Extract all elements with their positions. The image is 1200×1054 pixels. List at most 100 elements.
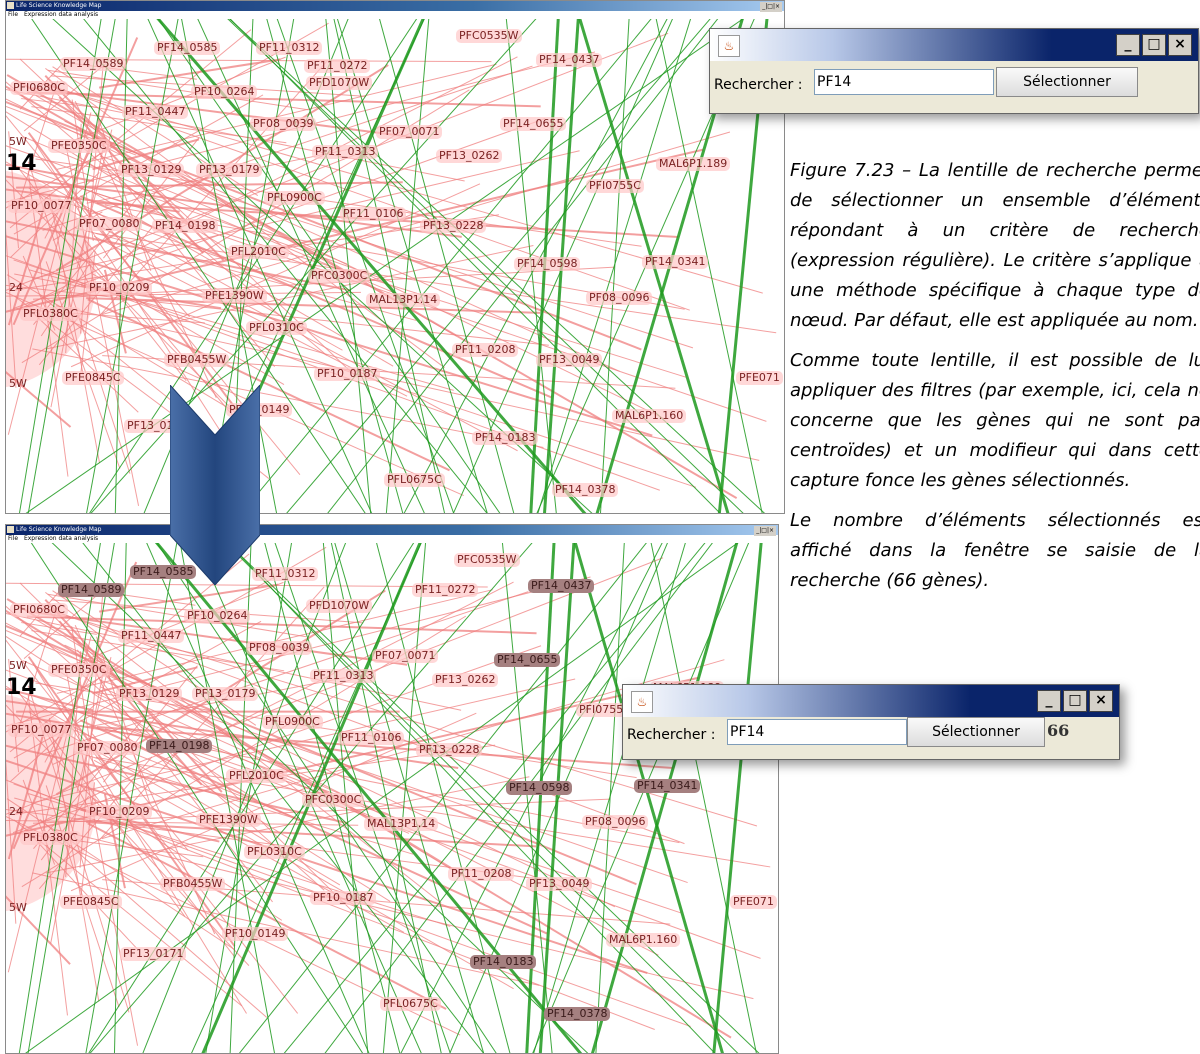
graph-node[interactable]: PF13_0049 bbox=[526, 877, 592, 891]
graph-node[interactable]: PF11_0272 bbox=[412, 583, 478, 597]
graph-node[interactable]: PFC0300C bbox=[302, 793, 364, 807]
graph-node[interactable]: PFB0455W bbox=[160, 877, 225, 891]
graph-node-partial[interactable]: 24 bbox=[6, 805, 26, 819]
graph-node-partial[interactable]: 5W bbox=[6, 377, 30, 391]
graph-node-partial[interactable]: 5W bbox=[6, 659, 30, 673]
graph-node[interactable]: PF14_0378 bbox=[552, 483, 618, 497]
graph-node[interactable]: PF10_0077 bbox=[8, 723, 74, 737]
graph-node[interactable]: PFL0380C bbox=[20, 307, 81, 321]
graph-node[interactable]: PF11_0313 bbox=[310, 669, 376, 683]
graph-node[interactable]: PF13_0129 bbox=[118, 163, 184, 177]
search-input[interactable] bbox=[814, 69, 994, 95]
graph-node[interactable]: PF14_0589 bbox=[58, 583, 124, 597]
graph-node[interactable]: PF13_0049 bbox=[536, 353, 602, 367]
graph-node[interactable]: PFL0310C bbox=[246, 321, 307, 335]
graph-node[interactable]: PF10_0187 bbox=[310, 891, 376, 905]
graph-node[interactable]: MAL13P1.14 bbox=[364, 817, 438, 831]
graph-node[interactable]: PFE0350C bbox=[48, 663, 110, 677]
graph-node[interactable]: MAL13P1.14 bbox=[366, 293, 440, 307]
graph-node[interactable]: PFE0845C bbox=[62, 371, 124, 385]
graph-node[interactable]: PF08_0096 bbox=[582, 815, 648, 829]
graph-node[interactable]: PFL0310C bbox=[244, 845, 305, 859]
graph-node[interactable]: PF11_0447 bbox=[122, 105, 188, 119]
graph-node[interactable]: PF11_0313 bbox=[312, 145, 378, 159]
graph-node[interactable]: PFC0300C bbox=[308, 269, 370, 283]
graph-node[interactable]: PFL0900C bbox=[262, 715, 323, 729]
graph-node[interactable]: PFE1390W bbox=[202, 289, 267, 303]
graph-node-partial[interactable]: 5W bbox=[6, 901, 30, 915]
graph-node[interactable]: PF14_0198 bbox=[146, 739, 212, 753]
graph-node[interactable]: PFL0380C bbox=[20, 831, 81, 845]
graph-node[interactable]: PFD1070W bbox=[306, 76, 372, 90]
graph-node[interactable]: PFC0535W bbox=[456, 29, 522, 43]
graph-node[interactable]: PF14_0378 bbox=[544, 1007, 610, 1021]
graph-node[interactable]: PF14_0598 bbox=[506, 781, 572, 795]
graph-node[interactable]: PFE1390W bbox=[196, 813, 261, 827]
maximize-icon[interactable]: □ bbox=[1142, 34, 1166, 56]
graph-node[interactable]: PF07_0080 bbox=[76, 217, 142, 231]
graph-node[interactable]: PF14_0437 bbox=[528, 579, 594, 593]
graph-node[interactable]: PFI0755C bbox=[586, 179, 644, 193]
graph-node[interactable]: PF14_0341 bbox=[634, 779, 700, 793]
close-icon[interactable]: × bbox=[1168, 34, 1192, 56]
menu-expression[interactable]: Expression data analysis bbox=[24, 535, 98, 542]
graph-node[interactable]: MAL6P1.160 bbox=[612, 409, 686, 423]
minimize-icon[interactable]: _ bbox=[1116, 34, 1140, 56]
graph-node[interactable]: PF10_0077 bbox=[8, 199, 74, 213]
graph-node[interactable]: MAL6P1.189 bbox=[656, 157, 730, 171]
graph-node[interactable]: PF14_0437 bbox=[536, 53, 602, 67]
graph-node[interactable]: PF11_0208 bbox=[452, 343, 518, 357]
graph-node[interactable]: PFL0900C bbox=[264, 191, 325, 205]
select-button[interactable]: Sélectionner bbox=[907, 717, 1045, 747]
graph-node[interactable]: PF14_0598 bbox=[514, 257, 580, 271]
graph-node[interactable]: PF10_0209 bbox=[86, 281, 152, 295]
graph-node[interactable]: PF11_0447 bbox=[118, 629, 184, 643]
maximize-icon[interactable]: □ bbox=[1063, 690, 1087, 712]
graph-node[interactable]: PF13_0129 bbox=[116, 687, 182, 701]
graph-node[interactable]: PF11_0312 bbox=[252, 567, 318, 581]
graph-node[interactable]: PFI0680C bbox=[10, 603, 68, 617]
graph-canvas[interactable]: 145W245WPF14_0585PF11_0312PFC0535WPF14_0… bbox=[6, 19, 784, 513]
graph-node[interactable]: PF11_0272 bbox=[304, 59, 370, 73]
minimize-icon[interactable]: _ bbox=[1037, 690, 1061, 712]
graph-node[interactable]: PFI0680C bbox=[10, 81, 68, 95]
graph-node[interactable]: PF11_0106 bbox=[338, 731, 404, 745]
graph-node[interactable]: PF14_0341 bbox=[642, 255, 708, 269]
graph-node[interactable]: PF13_0228 bbox=[416, 743, 482, 757]
select-button[interactable]: Sélectionner bbox=[996, 67, 1138, 97]
graph-node[interactable]: PF14_0585 bbox=[154, 41, 220, 55]
graph-node[interactable]: PFB0455W bbox=[164, 353, 229, 367]
graph-node[interactable]: PF13_0228 bbox=[420, 219, 486, 233]
graph-node[interactable]: PF07_0071 bbox=[376, 125, 442, 139]
graph-node[interactable]: PFE0845C bbox=[60, 895, 122, 909]
graph-node[interactable]: PF08_0039 bbox=[246, 641, 312, 655]
graph-node[interactable]: PF14_0655 bbox=[500, 117, 566, 131]
graph-node[interactable]: PFL2010C bbox=[226, 769, 287, 783]
graph-node[interactable]: PF10_0264 bbox=[184, 609, 250, 623]
graph-node[interactable]: PF10_0264 bbox=[191, 85, 257, 99]
graph-node[interactable]: PFE071 bbox=[736, 371, 783, 385]
menu-expression[interactable]: Expression data analysis bbox=[24, 11, 98, 18]
graph-node[interactable]: PFC0535W bbox=[454, 553, 520, 567]
graph-node[interactable]: PFE071 bbox=[730, 895, 777, 909]
graph-node[interactable]: PF14_0198 bbox=[152, 219, 218, 233]
graph-node[interactable]: PF10_0187 bbox=[314, 367, 380, 381]
graph-node[interactable]: PF07_0071 bbox=[372, 649, 438, 663]
graph-node[interactable]: PF07_0080 bbox=[74, 741, 140, 755]
graph-node[interactable]: PFE0350C bbox=[48, 139, 110, 153]
graph-node[interactable]: PF14_0589 bbox=[60, 57, 126, 71]
graph-node[interactable]: PF11_0312 bbox=[256, 41, 322, 55]
graph-node[interactable]: PFL0675C bbox=[380, 997, 441, 1011]
search-input[interactable] bbox=[727, 719, 907, 745]
menu-file[interactable]: File bbox=[8, 11, 18, 18]
graph-node[interactable]: PF13_0171 bbox=[120, 947, 186, 961]
graph-node[interactable]: PF08_0039 bbox=[250, 117, 316, 131]
close-icon[interactable]: × bbox=[1089, 690, 1113, 712]
graph-node[interactable]: PF13_0262 bbox=[436, 149, 502, 163]
graph-node[interactable]: PF10_0149 bbox=[222, 927, 288, 941]
graph-node[interactable]: PF14_0183 bbox=[470, 955, 536, 969]
graph-node[interactable]: PF13_0262 bbox=[432, 673, 498, 687]
graph-node[interactable]: PF11_0208 bbox=[448, 867, 514, 881]
graph-node[interactable]: PF14_0183 bbox=[472, 431, 538, 445]
window-controls[interactable]: _|□|× bbox=[754, 526, 776, 536]
